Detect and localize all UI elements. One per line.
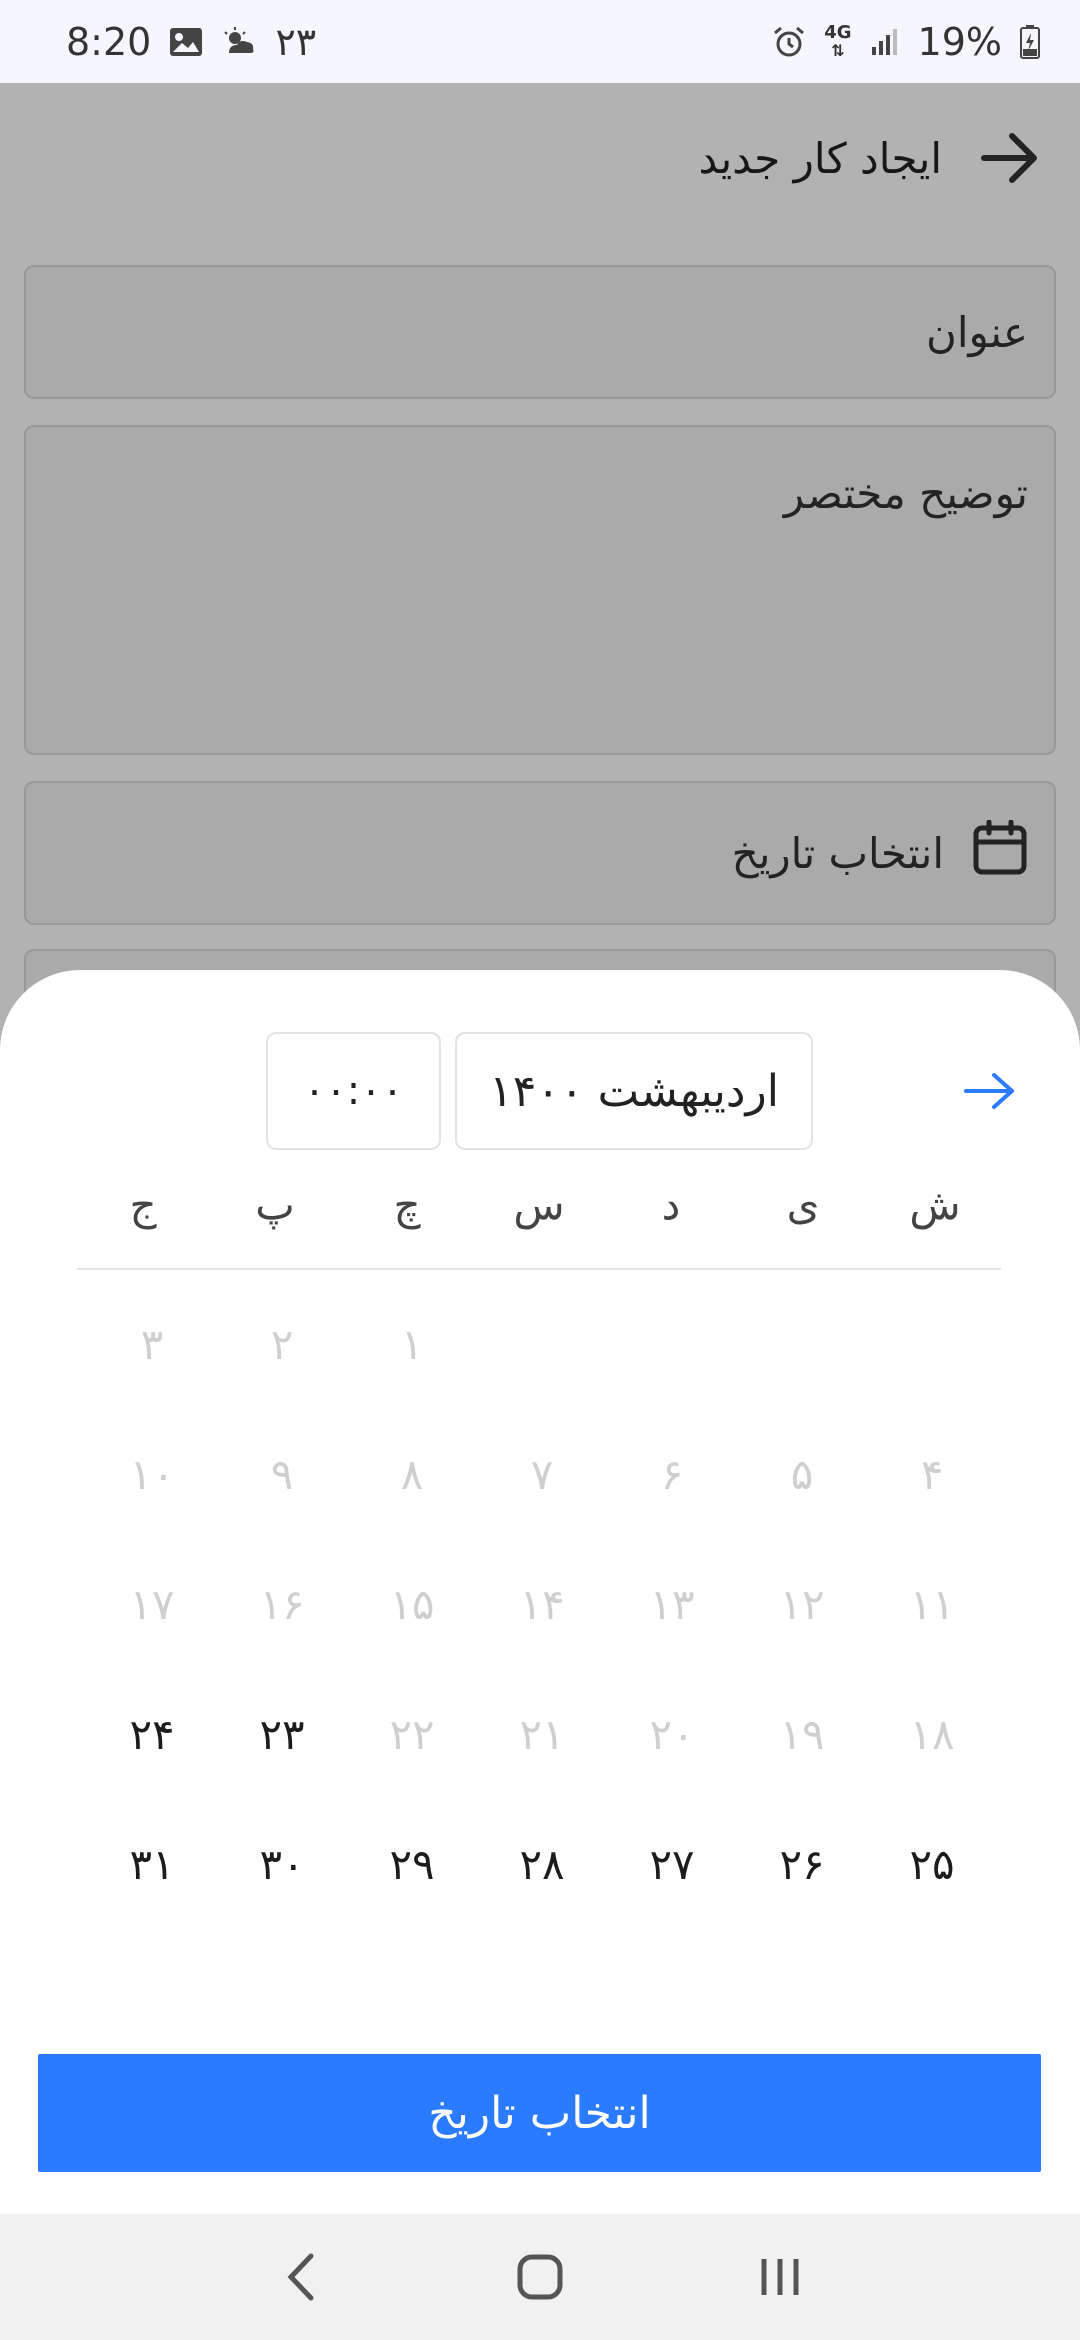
calendar-day: ۱۴	[519, 1580, 565, 1629]
calendar-day: ۸	[400, 1450, 424, 1499]
weather-icon	[221, 26, 257, 57]
battery-percent: 19%	[917, 19, 1002, 64]
calendar-day: ۵	[790, 1450, 814, 1499]
weekday-label: س	[513, 1180, 565, 1229]
system-nav-bar	[0, 2214, 1080, 2340]
calendar-week-row: ۱۱ ۱۲ ۱۳ ۱۴ ۱۵ ۱۶ ۱۷	[87, 1560, 997, 1690]
calendar-day[interactable]: ۲۶	[737, 1820, 867, 1950]
calendar-week-row: ۲۵ ۲۶ ۲۷ ۲۸ ۲۹ ۳۰ ۳۱	[87, 1820, 997, 1950]
month-selector[interactable]: اردیبهشت ۱۴۰۰	[455, 1032, 813, 1150]
calendar-day[interactable]: ۲۴	[87, 1690, 217, 1820]
weekday-label: ی	[786, 1180, 820, 1229]
calendar-day: ۲۰	[649, 1710, 695, 1759]
back-nav-icon[interactable]	[260, 2237, 340, 2317]
calendar-day: ۹	[270, 1450, 294, 1499]
picker-header: اردیبهشت ۱۴۰۰ ۰۰:۰۰	[0, 1032, 1080, 1150]
data-arrows-icon: ⇅	[831, 40, 845, 60]
calendar-day[interactable]: ۲۸	[477, 1820, 607, 1950]
status-left: 8:20 ۲۳	[66, 20, 316, 64]
calendar-week-row: ۱ ۲ ۳	[87, 1300, 997, 1430]
network-type-text: 4G	[824, 21, 852, 43]
calendar-day: ۱	[400, 1320, 424, 1369]
calendar-day: ۴	[920, 1450, 944, 1499]
status-time: 8:20	[66, 19, 152, 64]
calendar-day: ۱۰	[129, 1450, 175, 1499]
calendar-day: ۲۱	[519, 1710, 565, 1759]
calendar-day: ۱۶	[259, 1580, 305, 1629]
calendar-day[interactable]: ۲۹	[347, 1820, 477, 1950]
calendar-day: ۱۲	[779, 1580, 825, 1629]
calendar-day: ۷	[530, 1450, 554, 1499]
weekday-label: ش	[909, 1180, 961, 1229]
gallery-icon	[169, 27, 203, 57]
screen: 8:20 ۲۳ 4G ⇅ 19% ایجاد کار جدید عنوان تو…	[0, 0, 1080, 2340]
calendar-day[interactable]: ۳۰	[217, 1820, 347, 1950]
status-bar: 8:20 ۲۳ 4G ⇅ 19%	[0, 0, 1080, 83]
calendar-day: ۳	[140, 1320, 164, 1369]
battery-icon	[1020, 24, 1040, 59]
weekday-label: د	[661, 1180, 681, 1229]
status-right: 4G ⇅ 19%	[772, 20, 1040, 64]
calendar-day[interactable]: ۳۱	[87, 1820, 217, 1950]
weekday-label: پ	[255, 1180, 295, 1229]
date-picker-sheet: اردیبهشت ۱۴۰۰ ۰۰:۰۰ شیدسچپج ۱ ۲ ۳ ۴ ۵ ۶ ۷ ۸ ۹ ۱۰ ۱…	[0, 970, 1080, 2214]
calendar-day: ۲	[270, 1320, 294, 1369]
divider	[77, 1268, 1001, 1270]
calendar-day[interactable]: ۲۵	[867, 1820, 997, 1950]
signal-icon	[870, 27, 900, 57]
weekday-label: ج	[129, 1180, 157, 1229]
calendar-day: ۱۳	[649, 1580, 695, 1629]
calendar-day: ۲۲	[389, 1710, 435, 1759]
calendar-day[interactable]: ۲۷	[607, 1820, 737, 1950]
weekday-label: چ	[393, 1180, 421, 1229]
calendar-grid: ۱ ۲ ۳ ۴ ۵ ۶ ۷ ۸ ۹ ۱۰ ۱۱ ۱۲ ۱۳ ۱۴ ۱۵ ۱۶ ۱۷ ۱۸ ۱۹ ۲۰ ۲۱ ۲۲ ۲۳ ۲۴ ۲…	[87, 1300, 997, 1950]
select-date-button[interactable]: انتخاب تاریخ	[38, 2054, 1041, 2172]
arrow-right-icon[interactable]	[960, 1064, 1020, 1118]
calendar-day: ۶	[660, 1450, 684, 1499]
calendar-day[interactable]: ۲۳	[217, 1690, 347, 1820]
calendar-day: ۱۷	[129, 1580, 175, 1629]
network-type-label: 4G ⇅	[824, 21, 852, 60]
status-weather-temp: ۲۳	[275, 19, 317, 64]
time-selector[interactable]: ۰۰:۰۰	[266, 1032, 441, 1150]
calendar-day: ۱۱	[909, 1580, 955, 1629]
calendar-week-row: ۱۸ ۱۹ ۲۰ ۲۱ ۲۲ ۲۳ ۲۴	[87, 1690, 997, 1820]
weekday-header: شیدسچپج	[77, 1180, 1001, 1244]
calendar-day: ۱۹	[779, 1710, 825, 1759]
home-nav-icon[interactable]	[500, 2237, 580, 2317]
recents-nav-icon[interactable]	[740, 2237, 820, 2317]
calendar-day: ۱۸	[909, 1710, 955, 1759]
calendar-week-row: ۴ ۵ ۶ ۷ ۸ ۹ ۱۰	[87, 1430, 997, 1560]
calendar-day: ۱۵	[389, 1580, 435, 1629]
alarm-icon	[772, 25, 806, 59]
